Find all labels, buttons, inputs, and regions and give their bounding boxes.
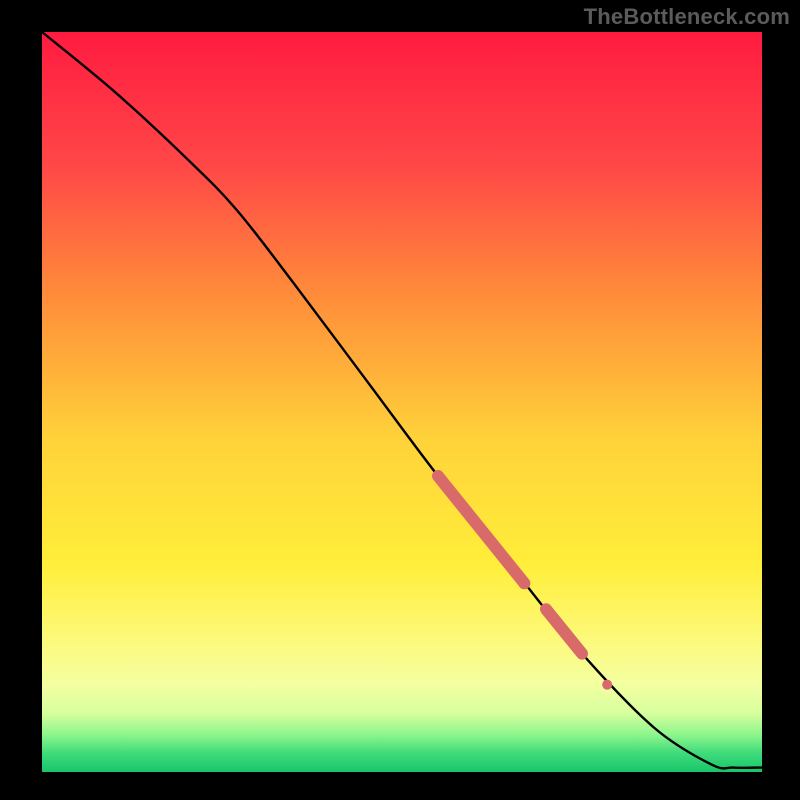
plot-background: [42, 32, 762, 772]
chart-stage: TheBottleneck.com: [0, 0, 800, 800]
chart-svg: [0, 0, 800, 800]
highlight-dot-c: [602, 680, 612, 690]
